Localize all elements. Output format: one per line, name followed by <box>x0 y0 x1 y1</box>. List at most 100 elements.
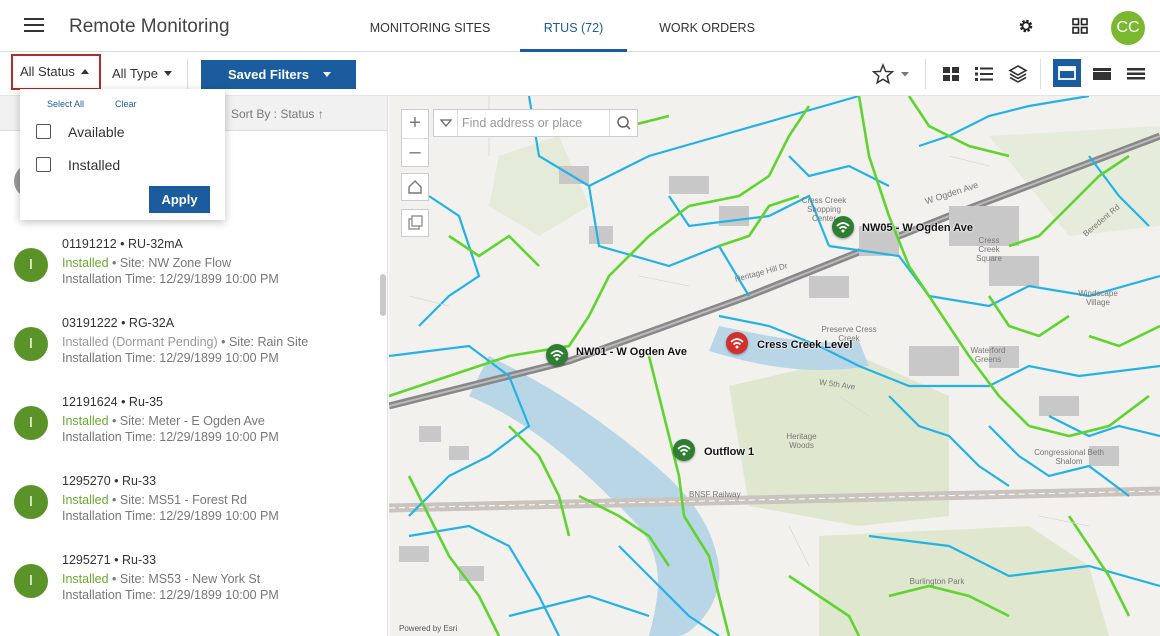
map-canvas[interactable] <box>389 96 1160 636</box>
site-label: Cress Creek Level <box>757 339 853 351</box>
list-item[interactable]: I 1295270 • Ru-33 Installed • Site: MS51… <box>0 472 378 542</box>
rtu-status-line: Installed • Site: MS51 - Forest Rd <box>62 493 247 507</box>
home-button[interactable] <box>401 173 429 201</box>
basemap-button[interactable] <box>401 209 429 237</box>
menu-icon[interactable] <box>24 18 44 34</box>
apps-grid-icon[interactable] <box>1070 16 1090 36</box>
search-icon <box>617 116 631 130</box>
site-text: • Site: MS51 - Forest Rd <box>108 493 248 507</box>
installation-time: Installation Time: 12/29/1899 10:00 PM <box>62 351 279 365</box>
type-filter-label: All Type <box>112 66 159 81</box>
site-label: NW01 - W Ogden Ave <box>576 346 688 358</box>
status-filter-label: All Status <box>20 64 75 79</box>
rtu-title: 03191222 • RG-32A <box>62 316 175 330</box>
rtu-status-line: Installed • Site: NW Zone Flow <box>62 256 231 270</box>
installation-time: Installation Time: 12/29/1899 10:00 PM <box>62 509 279 523</box>
map-place-label: Waterford Greens <box>970 346 1006 364</box>
zoom-control: + – <box>401 109 429 167</box>
chevron-down-icon <box>439 119 453 128</box>
scrollbar-thumb[interactable] <box>380 274 386 316</box>
map-place-label: Cress Creek Square <box>976 236 1002 263</box>
map-view[interactable]: Cress Creek Shopping Center Cress Creek … <box>389 96 1160 636</box>
rtu-status-line: Installed (Dormant Pending) • Site: Rain… <box>62 335 308 349</box>
select-all-link[interactable]: Select All <box>47 99 84 109</box>
site-label: Outflow 1 <box>704 446 755 458</box>
installation-time: Installation Time: 12/29/1899 10:00 PM <box>62 430 279 444</box>
avatar: I <box>14 564 48 598</box>
divider <box>925 59 926 89</box>
installation-time: Installation Time: 12/29/1899 10:00 PM <box>62 588 279 602</box>
site-label: NW05 - W Ogden Ave <box>862 222 974 234</box>
basemap-gallery-icon <box>408 215 423 230</box>
status-text: Installed (Dormant Pending) <box>62 335 218 349</box>
list-view-icon[interactable] <box>973 63 995 85</box>
saved-filters-button[interactable]: Saved Filters <box>201 60 356 89</box>
option-label: Installed <box>68 157 121 173</box>
option-label: Available <box>68 124 125 140</box>
rtu-title: 12191624 • Ru-35 <box>62 395 163 409</box>
list-item[interactable]: I 12191624 • Ru-35 Installed • Site: Met… <box>0 393 378 463</box>
list-item[interactable]: I 03191222 • RG-32A Installed (Dormant P… <box>0 314 378 384</box>
tab-monitoring-sites[interactable]: MONITORING SITES (65) <box>360 0 500 91</box>
divider <box>1040 59 1041 89</box>
zoom-in-button[interactable]: + <box>402 110 428 138</box>
gear-icon[interactable] <box>1016 16 1036 36</box>
saved-filters-label: Saved Filters <box>228 67 309 82</box>
checkbox[interactable] <box>36 157 51 172</box>
caret-up-icon <box>80 69 89 74</box>
grid-view-icon[interactable] <box>940 63 962 85</box>
user-avatar[interactable]: CC <box>1111 11 1145 45</box>
sort-by-control[interactable]: Sort By : Status ↑ <box>231 107 324 121</box>
status-filter-dropdown[interactable]: All Status <box>11 54 101 90</box>
tab-rtus[interactable]: RTUS (72) <box>520 0 627 52</box>
table-view-icon[interactable] <box>1125 63 1147 85</box>
wifi-icon <box>677 445 691 456</box>
powered-by-esri: Powered by Esri <box>399 624 458 633</box>
rtu-title: 1295271 • Ru-33 <box>62 553 157 567</box>
avatar: I <box>14 485 48 519</box>
favorite-star-icon[interactable] <box>872 63 912 85</box>
map-place-label: Heritage Woods <box>786 432 817 450</box>
search-source-dropdown[interactable] <box>434 110 458 136</box>
status-text: Installed <box>62 414 109 428</box>
map-search <box>433 109 638 137</box>
caret-down-icon <box>322 72 331 77</box>
wifi-icon <box>730 338 744 349</box>
status-text: Installed <box>62 493 109 507</box>
rtu-status-line: Installed • Site: Meter - E Ogden Ave <box>62 414 265 428</box>
zoom-out-button[interactable]: – <box>402 138 428 166</box>
site-text: • Site: MS53 - New York St <box>108 572 261 586</box>
rtu-title: 1295270 • Ru-33 <box>62 474 157 488</box>
status-filter-popup: Select All Clear Available Installed App… <box>20 89 225 220</box>
wifi-icon <box>550 350 564 361</box>
top-header: Remote Monitoring MONITORING SITES (65) … <box>0 0 1160 91</box>
layers-icon[interactable] <box>1007 63 1029 85</box>
address-search-input[interactable] <box>462 114 608 132</box>
site-text: • Site: Meter - E Ogden Ave <box>108 414 265 428</box>
site-marker-outflow[interactable] <box>673 439 695 461</box>
split-view-button[interactable] <box>1053 59 1081 87</box>
avatar: I <box>14 406 48 440</box>
list-item[interactable]: I 1295271 • Ru-33 Installed • Site: MS53… <box>0 551 378 621</box>
map-place-label: Windscape Village <box>1078 289 1118 307</box>
search-button[interactable] <box>609 110 637 136</box>
site-text: • Site: NW Zone Flow <box>108 256 232 270</box>
checkbox[interactable] <box>36 124 51 139</box>
site-marker-nw01[interactable] <box>546 344 568 366</box>
clear-link[interactable]: Clear <box>115 99 137 109</box>
tab-work-orders[interactable]: WORK ORDERS (19) <box>648 0 766 91</box>
site-marker-nw05[interactable] <box>832 216 854 238</box>
rtu-title: 01191212 • RU-32mA <box>62 237 183 251</box>
avatar: I <box>14 248 48 282</box>
map-view-icon[interactable] <box>1091 63 1113 85</box>
wifi-icon <box>836 222 850 233</box>
map-place-label: Congressional Beth Shalom <box>1034 448 1104 466</box>
avatar: I <box>14 327 48 361</box>
list-item[interactable]: I 01191212 • RU-32mA Installed • Site: N… <box>0 235 378 305</box>
home-icon <box>408 180 422 194</box>
status-text: Installed <box>62 572 109 586</box>
rtu-status-line: Installed • Site: MS53 - New York St <box>62 572 260 586</box>
type-filter-dropdown[interactable]: All Type <box>112 56 173 92</box>
apply-button[interactable]: Apply <box>149 186 210 213</box>
site-marker-cress-creek[interactable] <box>726 332 748 354</box>
